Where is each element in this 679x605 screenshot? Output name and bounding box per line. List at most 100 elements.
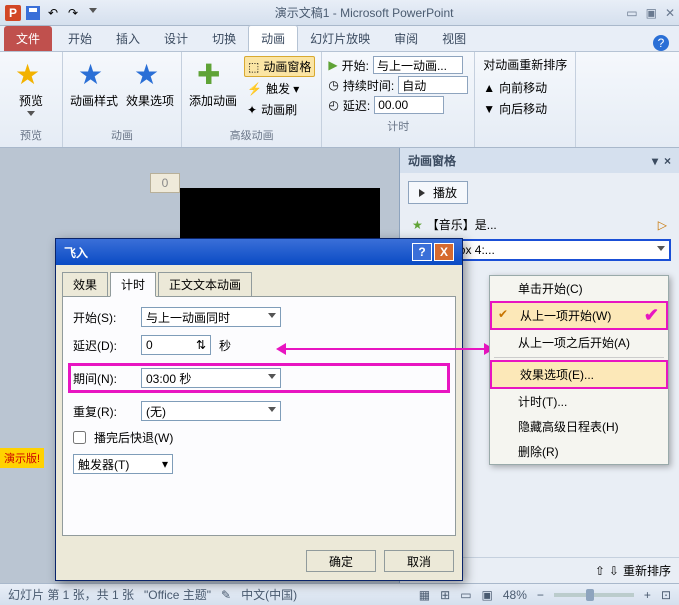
redo-icon[interactable]: ↷ <box>64 4 82 22</box>
theme-name: "Office 主题" <box>144 586 211 603</box>
star-icon: ★ <box>134 58 166 90</box>
zoom-in-icon[interactable]: + <box>644 588 651 602</box>
arrow-up-icon: ▲ <box>483 81 495 95</box>
star-plus-icon: ✚ <box>197 58 229 90</box>
pane-title: 动画窗格 <box>408 152 456 169</box>
dlg-repeat-label: 重复(R): <box>73 403 133 420</box>
dlg-rewind-checkbox[interactable] <box>73 431 86 444</box>
view-normal-icon[interactable]: ▦ <box>419 588 430 602</box>
save-icon[interactable] <box>24 4 42 22</box>
dlg-delay-unit: 秒 <box>219 337 231 354</box>
pane-icon: ⬚ <box>248 60 259 74</box>
style-label: 动画样式 <box>70 92 118 109</box>
dialog-close-icon[interactable]: X <box>434 243 454 261</box>
fit-icon[interactable]: ⊡ <box>661 588 671 602</box>
dialog-help-icon[interactable]: ? <box>412 243 432 261</box>
dlg-period-row: 期间(N): 03:00 秒 <box>68 363 450 393</box>
svg-text:P: P <box>9 6 17 20</box>
view-reading-icon[interactable]: ▭ <box>460 588 471 602</box>
dialog-tabs: 效果 计时 正文文本动画 <box>56 265 462 296</box>
view-sorter-icon[interactable]: ⊞ <box>440 588 450 602</box>
tab-insert[interactable]: 插入 <box>104 26 152 51</box>
add-animation-button[interactable]: ✚ 添加动画 <box>188 54 238 109</box>
separator <box>494 357 664 358</box>
reorder-label: 重新排序 <box>623 562 671 579</box>
context-menu: 单击开始(C) ✔从上一项开始(W) 从上一项之后开始(A) 效果选项(E)..… <box>489 275 669 465</box>
dlg-start-label: 开始(S): <box>73 309 133 326</box>
tab-review[interactable]: 审阅 <box>382 26 430 51</box>
dlg-period-label: 期间(N): <box>73 370 133 387</box>
delay-icon: ◴ <box>328 98 338 112</box>
window-title: 演示文稿1 - Microsoft PowerPoint <box>102 4 626 21</box>
zoom-level[interactable]: 48% <box>503 588 527 602</box>
reorder-down-icon[interactable]: ⇩ <box>609 564 619 578</box>
ribbon: ★ 预览 预览 ★ 动画样式 ★ 效果选项 动画 ✚ 添加动画 <box>0 52 679 148</box>
duration-input[interactable] <box>398 76 468 94</box>
dlg-tab-timing[interactable]: 计时 <box>110 272 156 297</box>
view-slideshow-icon[interactable]: ▣ <box>482 588 493 602</box>
ctx-effect-options[interactable]: 效果选项(E)... <box>490 360 668 389</box>
ctx-after-previous[interactable]: 从上一项之后开始(A) <box>490 330 668 355</box>
start-input[interactable] <box>373 56 463 74</box>
quick-access-toolbar: P ↶ ↷ <box>4 4 102 22</box>
dlg-period-select[interactable]: 03:00 秒 <box>141 368 281 388</box>
ctx-with-previous[interactable]: ✔从上一项开始(W) <box>490 301 668 330</box>
tab-slideshow[interactable]: 幻灯片放映 <box>298 26 382 51</box>
dialog-titlebar[interactable]: 飞入 ? X <box>56 239 462 265</box>
cancel-button[interactable]: 取消 <box>384 550 454 572</box>
ctx-timing[interactable]: 计时(T)... <box>490 389 668 414</box>
anim-item-1[interactable]: ★【音乐】是...▷ <box>408 214 671 235</box>
tab-file[interactable]: 文件 <box>4 26 52 51</box>
ok-button[interactable]: 确定 <box>306 550 376 572</box>
group-timing: ▶开始: ◷持续时间: ◴延迟: 计时 <box>322 52 475 147</box>
dlg-start-select[interactable]: 与上一动画同时 <box>141 307 281 327</box>
tab-animations[interactable]: 动画 <box>248 25 298 51</box>
chevron-down-icon[interactable]: ▾ <box>652 154 658 168</box>
dialog-title: 飞入 <box>64 244 88 261</box>
reorder-up-icon[interactable]: ⇧ <box>595 564 605 578</box>
tab-design[interactable]: 设计 <box>152 26 200 51</box>
zoom-slider[interactable] <box>554 593 634 597</box>
move-earlier-button[interactable]: ▲向前移动 <box>483 79 567 96</box>
move-later-button[interactable]: ▼向后移动 <box>483 100 567 117</box>
dlg-tab-textanim[interactable]: 正文文本动画 <box>158 272 252 297</box>
zoom-out-icon[interactable]: − <box>537 588 544 602</box>
tab-home[interactable]: 开始 <box>56 26 104 51</box>
tab-view[interactable]: 视图 <box>430 26 478 51</box>
play-button[interactable]: 播放 <box>408 181 468 204</box>
ctx-hide-timeline[interactable]: 隐藏高级日程表(H) <box>490 414 668 439</box>
pane-close-icon[interactable]: × <box>664 154 671 168</box>
language[interactable]: 中文(中国) <box>241 586 297 603</box>
minimize-icon[interactable]: ▭ <box>626 6 637 20</box>
preview-button[interactable]: ★ 预览 <box>6 54 56 120</box>
dlg-delay-spinner[interactable]: 0⇅ <box>141 335 211 355</box>
effect-options-button[interactable]: ★ 效果选项 <box>125 54 175 109</box>
animation-painter-button[interactable]: ✦动画刷 <box>244 100 315 119</box>
dlg-trigger-button[interactable]: 触发器(T)▾ <box>73 454 173 474</box>
dialog-body: 开始(S): 与上一动画同时 延迟(D): 0⇅ 秒 期间(N): 03:00 … <box>62 296 456 536</box>
tab-transitions[interactable]: 切换 <box>200 26 248 51</box>
animation-styles-button[interactable]: ★ 动画样式 <box>69 54 119 109</box>
chevron-down-icon[interactable] <box>657 246 665 255</box>
pane-header: 动画窗格 ▾ × <box>400 148 679 173</box>
dlg-tab-effect[interactable]: 效果 <box>62 272 108 297</box>
preview-label: 预览 <box>19 92 43 109</box>
ctx-click-start[interactable]: 单击开始(C) <box>490 276 668 301</box>
close-icon[interactable]: ✕ <box>665 6 675 20</box>
spellcheck-icon[interactable]: ✎ <box>221 588 231 602</box>
qat-dropdown-icon[interactable] <box>84 4 102 22</box>
slide-counter: 幻灯片 第 1 张，共 1 张 <box>8 586 134 603</box>
status-bar: 幻灯片 第 1 张，共 1 张 "Office 主题" ✎ 中文(中国) ▦ ⊞… <box>0 583 679 605</box>
expand-icon[interactable]: ▷ <box>658 218 667 232</box>
add-label: 添加动画 <box>189 92 237 109</box>
ctx-remove[interactable]: 删除(R) <box>490 439 668 464</box>
maximize-icon[interactable]: ▣ <box>646 6 657 20</box>
dlg-repeat-select[interactable]: (无) <box>141 401 281 421</box>
undo-icon[interactable]: ↶ <box>44 4 62 22</box>
delay-input[interactable] <box>374 96 444 114</box>
preview-icon: ★ <box>15 58 47 90</box>
dialog-footer: 确定 取消 <box>56 542 462 580</box>
help-icon[interactable]: ? <box>653 35 669 51</box>
trigger-button[interactable]: ⚡触发 ▾ <box>244 79 315 98</box>
animation-pane-button[interactable]: ⬚动画窗格 <box>244 56 315 77</box>
